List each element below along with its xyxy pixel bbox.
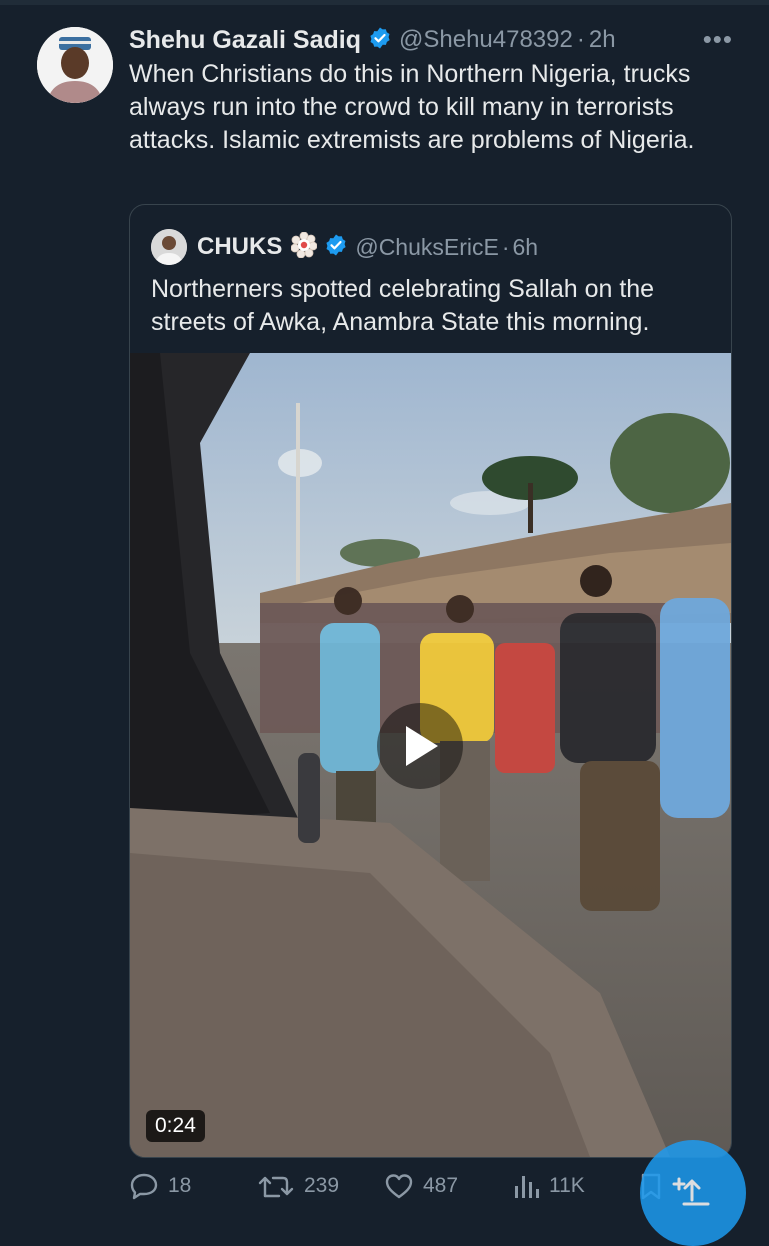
video-player[interactable]: 0:24 <box>130 353 731 1157</box>
quote-author-avatar[interactable] <box>151 229 187 265</box>
like-button[interactable]: 487 <box>384 1172 458 1200</box>
quote-time[interactable]: 6h <box>513 234 539 261</box>
compose-button[interactable] <box>640 1140 746 1246</box>
views-icon <box>515 1176 539 1198</box>
views-button[interactable]: 11K <box>512 1172 585 1200</box>
author-avatar[interactable] <box>37 27 113 103</box>
retweet-icon <box>258 1176 294 1198</box>
verified-badge-icon <box>368 26 392 55</box>
more-icon[interactable]: ••• <box>703 24 733 55</box>
separator-dot: · <box>576 26 585 53</box>
like-count: 487 <box>423 1174 459 1197</box>
author-handle[interactable]: @Shehu478392 <box>399 26 573 54</box>
retweet-count: 239 <box>304 1174 340 1197</box>
verified-badge-icon <box>324 233 348 262</box>
separator-dot: · <box>501 233 510 260</box>
reply-count: 18 <box>168 1174 192 1197</box>
quote-header: CHUKS @ChuksEricE · 6h <box>151 227 721 267</box>
play-icon <box>406 726 438 766</box>
video-duration: 0:24 <box>146 1110 205 1142</box>
tweet-text: When Christians do this in Northern Nige… <box>129 60 695 154</box>
reply-icon <box>130 1173 158 1200</box>
tweet-time[interactable]: 2h <box>589 26 616 54</box>
view-count: 11K <box>549 1174 585 1197</box>
flower-emoji-icon <box>290 231 318 263</box>
compose-icon <box>672 1177 710 1206</box>
author-name[interactable]: Shehu Gazali Sadiq <box>129 26 361 55</box>
tweet-header: Shehu Gazali Sadiq @Shehu478392 · 2h <box>129 22 729 58</box>
quoted-tweet[interactable]: CHUKS @ChuksEricE · 6h Northerners spott… <box>129 204 732 1158</box>
retweet-button[interactable]: 239 <box>257 1172 339 1200</box>
reply-button[interactable]: 18 <box>129 1172 191 1200</box>
quote-author-name[interactable]: CHUKS <box>197 233 282 261</box>
play-button[interactable] <box>377 703 463 789</box>
quote-text: Northerners spotted celebrating Sallah o… <box>151 275 655 336</box>
quote-author-handle[interactable]: @ChuksEricE <box>355 234 499 261</box>
top-divider <box>0 0 769 5</box>
like-icon <box>385 1174 413 1199</box>
